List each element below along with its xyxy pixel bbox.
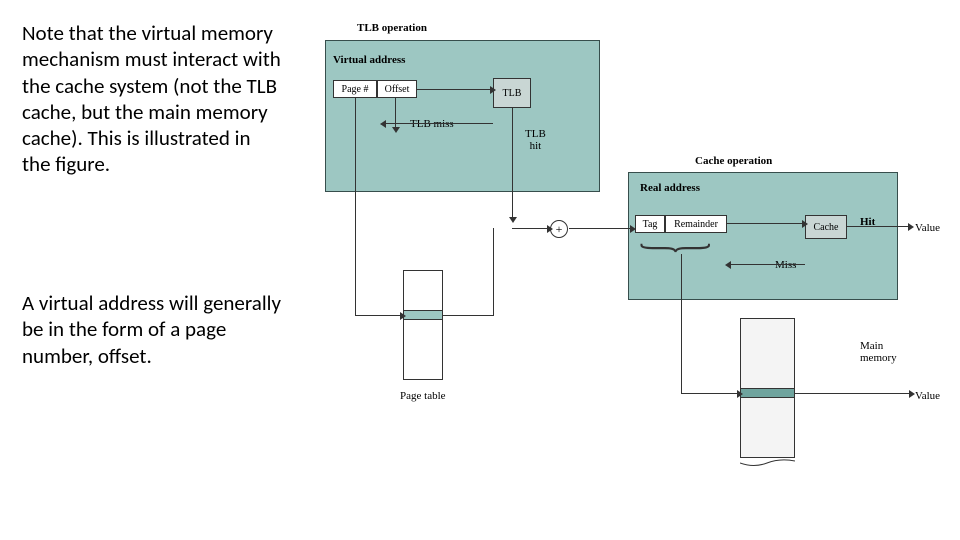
tlb-miss-label: TLB miss (410, 118, 454, 130)
offset-box: Offset (377, 80, 417, 98)
arrow (730, 264, 805, 265)
arrow (681, 393, 738, 394)
virtual-address-label: Virtual address (333, 54, 405, 66)
arrow (355, 315, 401, 316)
arrow (512, 108, 513, 218)
cache-box: Cache (805, 215, 847, 239)
line (681, 254, 682, 394)
arrow (417, 89, 491, 90)
page-table (403, 270, 443, 380)
arrow (847, 226, 909, 227)
paragraph-1: Note that the virtual memory mechanism m… (22, 20, 282, 178)
main-memory-top (740, 318, 795, 388)
page-table-label: Page table (400, 390, 446, 402)
diagram-container: TLB operation Virtual address Page # Off… (325, 10, 955, 470)
main-memory-label: Main memory (860, 340, 897, 364)
tag-box: Tag (635, 215, 665, 233)
memory-bottom-wave (740, 454, 795, 464)
arrow (512, 228, 548, 229)
brace-icon: } (628, 241, 724, 254)
arrow (385, 123, 493, 124)
main-memory-entry (740, 388, 795, 398)
page-table-entry (403, 310, 443, 320)
arrow (569, 228, 631, 229)
arrow (795, 393, 910, 394)
tlb-box: TLB (493, 78, 531, 108)
paragraph-2: A virtual address will generally be in t… (22, 290, 282, 369)
main-memory-bottom (740, 398, 795, 458)
line (355, 98, 356, 316)
arrow (727, 223, 803, 224)
line (493, 228, 494, 316)
value-hit-label: Value (915, 222, 940, 234)
line (443, 315, 493, 316)
page-number-box: Page # (333, 80, 377, 98)
tlb-operation-label: TLB operation (357, 22, 427, 34)
cache-operation-label: Cache operation (695, 155, 772, 167)
real-address-label: Real address (640, 182, 700, 194)
value-mem-label: Value (915, 390, 940, 402)
tlb-hit-label: TLB hit (525, 128, 546, 152)
miss-label: Miss (775, 259, 796, 271)
remainder-box: Remainder (665, 215, 727, 233)
